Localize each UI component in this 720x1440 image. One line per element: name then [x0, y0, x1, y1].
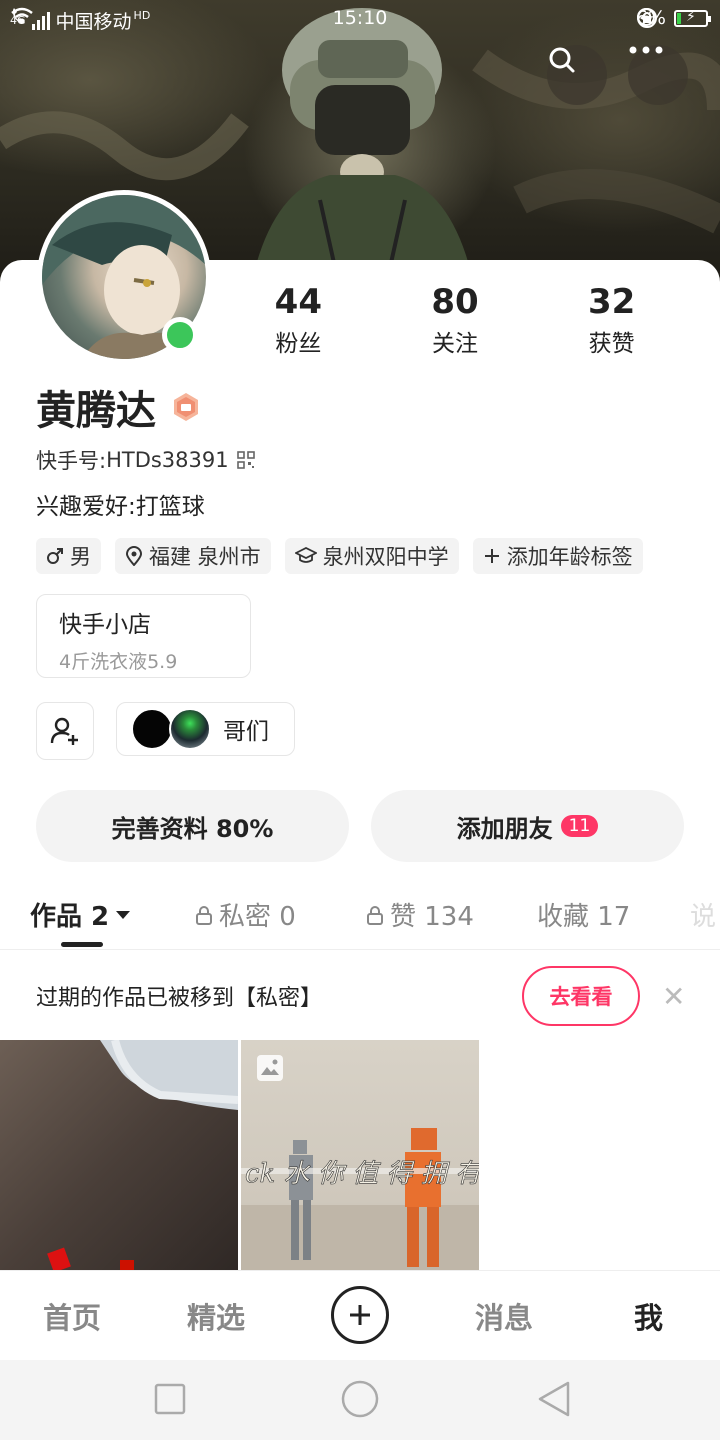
search-button[interactable] — [547, 45, 607, 105]
nav-featured[interactable]: 精选 — [187, 1295, 245, 1337]
bottom-navigation: 首页 精选 消息 我 — [0, 1270, 720, 1360]
tab-favorites[interactable]: 收藏 17 — [537, 896, 630, 933]
more-button[interactable] — [628, 45, 688, 105]
work-thumbnail[interactable]: ck 水 你 值 得 拥 有 — [241, 1040, 479, 1270]
stat-label: 关注 — [432, 331, 478, 357]
nav-me[interactable]: 我 — [634, 1295, 663, 1337]
system-navigation-bar — [0, 1360, 720, 1440]
rotation-lock-icon — [636, 8, 657, 28]
group-member-avatar — [131, 708, 173, 750]
stat-number: 32 — [588, 282, 636, 322]
active-tab-indicator — [61, 942, 103, 947]
plus-icon — [350, 1305, 370, 1325]
add-user-icon — [50, 717, 78, 745]
level-badge-icon[interactable] — [170, 391, 202, 423]
tag-label: 添加年龄标签 — [506, 545, 633, 569]
school-icon — [294, 547, 317, 563]
tag-gender[interactable]: 男 — [36, 538, 101, 574]
tab-label: 作品 2 — [30, 902, 110, 932]
lock-icon — [196, 905, 212, 925]
work-thumbnail[interactable] — [0, 1040, 238, 1270]
group-label: 哥们 — [223, 719, 269, 745]
stat-number: 80 — [431, 282, 479, 322]
clock: 15:10 — [332, 7, 388, 29]
recents-icon[interactable] — [154, 1383, 186, 1415]
stat-followers[interactable]: 44 粉丝 — [220, 282, 377, 358]
search-icon — [549, 47, 575, 73]
stat-label: 获赞 — [588, 331, 635, 357]
online-status-dot — [162, 317, 198, 353]
tag-add-age[interactable]: 添加年龄标签 — [472, 538, 643, 574]
back-icon[interactable] — [538, 1381, 570, 1417]
tab-works[interactable]: 作品 2 — [30, 896, 131, 933]
kuaishou-id-label: 快手号: — [36, 449, 107, 473]
add-friends-button[interactable]: 添加朋友 11 — [371, 790, 684, 862]
tab-label: 私密 0 — [219, 902, 296, 932]
tag-school[interactable]: 泉州双阳中学 — [284, 538, 459, 574]
shop-subtitle: 4斤洗衣液5.9 — [59, 651, 178, 673]
more-dots-icon — [629, 46, 663, 54]
stat-following[interactable]: 80 关注 — [377, 282, 534, 358]
tab-private[interactable]: 私密 0 — [195, 896, 296, 933]
tab-more-cut[interactable]: 说 — [690, 896, 716, 933]
add-friends-count-badge: 11 — [560, 815, 599, 837]
kuaishou-id: HTDs38391 — [106, 448, 229, 472]
image-type-icon — [257, 1055, 283, 1081]
expired-notice-bar: 过期的作品已被移到【私密】 去看看 ✕ — [0, 952, 720, 1040]
battery-icon: ⚡ — [674, 9, 711, 27]
kuaishou-id-row[interactable]: 快手号: HTDs38391 — [36, 445, 255, 475]
tag-location[interactable]: 福建 泉州市 — [115, 538, 271, 574]
hobby-text: 兴趣爱好:打篮球 — [36, 494, 205, 520]
thumbnail-caption: ck 水 你 值 得 拥 有 — [245, 1159, 479, 1189]
add-friends-label: 添加朋友 — [456, 814, 553, 843]
kuaishou-shop-card[interactable]: 快手小店 4斤洗衣液5.9 — [36, 594, 251, 678]
tag-label: 福建 泉州市 — [149, 545, 261, 569]
profile-tags: 男 福建 泉州市 泉州双阳中学 添加年龄标签 — [36, 538, 643, 574]
complete-profile-label: 完善资料 80% — [111, 814, 274, 843]
notice-view-button[interactable]: 去看看 — [522, 966, 640, 1026]
profile-actions: 完善资料 80% 添加朋友 11 — [36, 790, 684, 862]
shop-title: 快手小店 — [59, 612, 151, 638]
tab-label: 说 — [690, 902, 717, 932]
male-icon — [47, 548, 63, 564]
create-button[interactable] — [331, 1286, 389, 1344]
status-bar: 4G 中国移动 HD 15:10 — [0, 0, 720, 38]
profile-name-row: 黄腾达 — [36, 378, 202, 436]
qrcode-icon[interactable] — [236, 451, 255, 469]
home-icon[interactable] — [341, 1380, 379, 1418]
stats-row: 44 粉丝 80 关注 32 获赞 — [220, 282, 690, 358]
plus-icon — [484, 549, 499, 563]
stat-label: 粉丝 — [275, 331, 322, 357]
group-member-avatar — [169, 708, 211, 750]
complete-profile-button[interactable]: 完善资料 80% — [36, 790, 349, 862]
nav-messages[interactable]: 消息 — [475, 1295, 533, 1337]
group-chat-chip[interactable]: 哥们 — [116, 702, 295, 756]
profile-name: 黄腾达 — [36, 388, 156, 434]
stat-number: 44 — [274, 282, 322, 322]
lock-icon — [367, 905, 383, 925]
tab-label: 赞 134 — [390, 902, 474, 932]
content-tabs: 作品 2 私密 0 赞 134 收藏 17 说 — [0, 888, 720, 950]
add-friend-icon-button[interactable] — [36, 702, 94, 760]
tag-label: 泉州双阳中学 — [322, 545, 449, 569]
notice-text: 过期的作品已被移到【私密】 — [36, 986, 323, 1011]
nav-home[interactable]: 首页 — [43, 1295, 101, 1337]
tag-label: 男 — [70, 545, 91, 569]
caret-down-icon — [116, 910, 131, 919]
tab-label: 收藏 17 — [537, 902, 631, 932]
stat-likes[interactable]: 32 获赞 — [533, 282, 690, 358]
tab-liked[interactable]: 赞 134 — [366, 896, 474, 933]
thumbnail-image — [47, 1040, 238, 1270]
notice-close-icon[interactable]: ✕ — [662, 980, 685, 1013]
location-icon — [125, 546, 143, 566]
